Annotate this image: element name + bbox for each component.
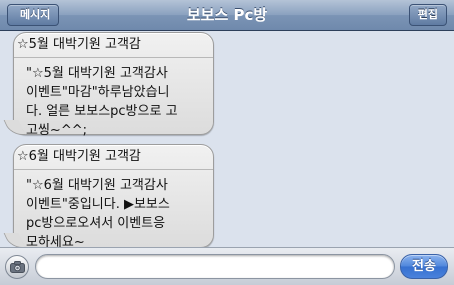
- bubble-tail: [3, 233, 26, 247]
- message-text-field[interactable]: [35, 254, 395, 279]
- conversation-title: 보보스 Pc방: [186, 6, 268, 24]
- camera-button[interactable]: [5, 255, 29, 279]
- message-subject: ☆5월 대박기원 고객감: [14, 35, 213, 58]
- camera-icon: [10, 261, 25, 273]
- navigation-bar: 메시지 보보스 Pc방 편집: [0, 0, 454, 31]
- message-body: "☆6월 대박기원 고객감사 이벤트"중입니다. ▶보보스 pc방으로오셔서 이…: [26, 178, 170, 247]
- message-subject: ☆6월 대박기원 고객감: [14, 147, 213, 170]
- send-button[interactable]: 전송: [400, 254, 448, 279]
- edit-button[interactable]: 편집: [408, 4, 447, 26]
- message-body: "☆5월 대박기원 고객감사 이벤트"마감"하루남았습니 다. 얼른 보보스pc…: [26, 66, 178, 138]
- message-bubble[interactable]: ☆6월 대박기원 고객감 "☆6월 대박기원 고객감사 이벤트"중입니다. ▶보…: [3, 144, 214, 247]
- bubble-tail: [3, 120, 26, 135]
- message-thread[interactable]: ☆5월 대박기원 고객감 "☆5월 대박기원 고객감사 이벤트"마감"하루남았습…: [0, 31, 454, 247]
- message-bubble[interactable]: ☆5월 대박기원 고객감 "☆5월 대박기원 고객감사 이벤트"마감"하루남았습…: [3, 32, 214, 138]
- message-input-bar: 전송: [0, 247, 454, 285]
